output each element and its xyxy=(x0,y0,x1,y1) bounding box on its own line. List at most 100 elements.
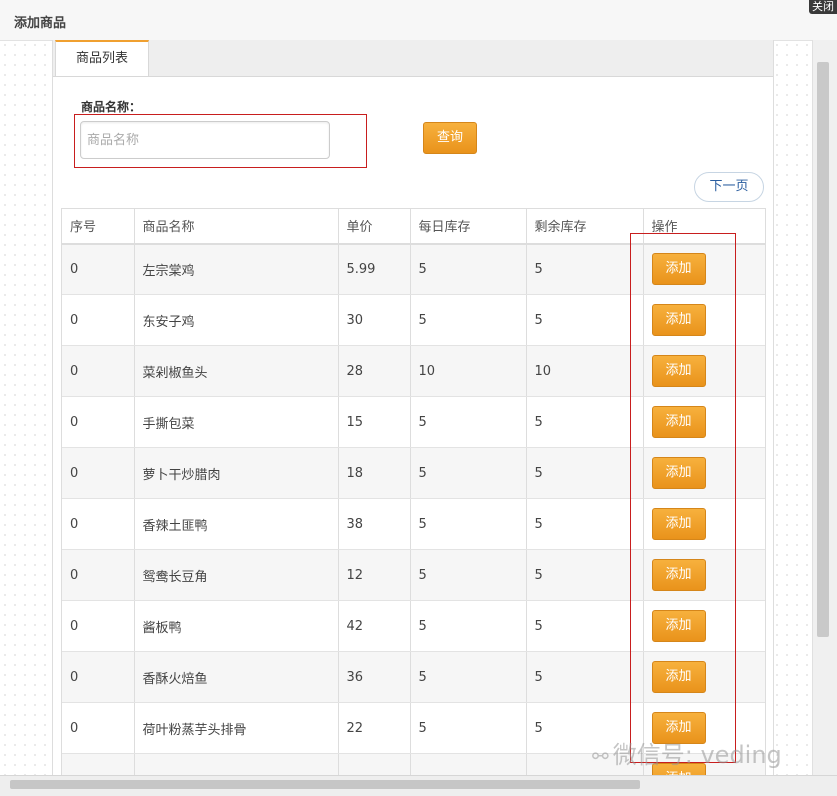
table-row: 0 鸳鸯长豆角 12 5 5 添加 xyxy=(62,549,765,601)
cell-action: 添加 xyxy=(643,651,765,703)
add-button[interactable]: 添加 xyxy=(651,355,706,387)
cell-remaining-stock: 5 xyxy=(526,549,644,601)
cell-remaining-stock: 5 xyxy=(526,447,644,499)
cell-no xyxy=(62,753,135,775)
horizontal-scrollbar-thumb[interactable] xyxy=(10,780,640,789)
cell-action: 添加 xyxy=(643,396,765,448)
add-button[interactable]: 添加 xyxy=(651,610,706,642)
cell-daily-stock: 5 xyxy=(410,294,527,346)
cell-price xyxy=(338,753,411,775)
cell-name: 萝卜干炒腊肉 xyxy=(134,447,339,499)
next-page-button[interactable]: 下一页 xyxy=(694,172,764,202)
add-button[interactable]: 添加 xyxy=(651,559,706,591)
cell-action: 添加 xyxy=(643,600,765,652)
add-button[interactable]: 添加 xyxy=(651,406,706,438)
product-panel: 商品列表 商品名称： 查询 下一页 序号 商品名称 单价 每日库存 剩余库存 操… xyxy=(52,40,774,775)
cell-action: 添加 xyxy=(643,549,765,601)
add-button[interactable]: 添加 xyxy=(651,457,706,489)
cell-remaining-stock: 5 xyxy=(526,294,644,346)
cell-price: 42 xyxy=(338,600,411,652)
cell-no: 0 xyxy=(62,345,135,397)
cell-daily-stock: 5 xyxy=(410,498,527,550)
cell-daily-stock: 10 xyxy=(410,345,527,397)
cell-name xyxy=(134,753,339,775)
cell-price: 5.99 xyxy=(338,243,411,295)
table-row: 0 左宗棠鸡 5.99 5 5 添加 xyxy=(62,243,765,295)
cell-remaining-stock: 10 xyxy=(526,345,644,397)
add-button[interactable]: 添加 xyxy=(651,508,706,540)
cell-action: 添加 xyxy=(643,447,765,499)
cell-name: 手撕包菜 xyxy=(134,396,339,448)
add-button[interactable]: 添加 xyxy=(651,661,706,693)
cell-name: 荷叶粉蒸芋头排骨 xyxy=(134,702,339,754)
table-row: 0 酱板鸭 42 5 5 添加 xyxy=(62,600,765,652)
horizontal-scrollbar[interactable] xyxy=(0,775,837,796)
cell-no: 0 xyxy=(62,243,135,295)
cell-action: 添加 xyxy=(643,243,765,295)
cell-remaining-stock: 5 xyxy=(526,651,644,703)
table-header-row: 序号 商品名称 单价 每日库存 剩余库存 操作 xyxy=(62,208,765,245)
cell-daily-stock: 5 xyxy=(410,243,527,295)
column-header-action: 操作 xyxy=(643,208,765,245)
column-header-name: 商品名称 xyxy=(134,208,339,245)
product-table: 序号 商品名称 单价 每日库存 剩余库存 操作 0 左宗棠鸡 5.99 5 5 … xyxy=(62,208,765,775)
tab-product-list[interactable]: 商品列表 xyxy=(55,40,149,76)
cell-name: 香酥火焙鱼 xyxy=(134,651,339,703)
cell-price: 12 xyxy=(338,549,411,601)
cell-name: 酱板鸭 xyxy=(134,600,339,652)
cell-remaining-stock: 5 xyxy=(526,600,644,652)
cell-daily-stock: 5 xyxy=(410,549,527,601)
cell-remaining-stock: 5 xyxy=(526,498,644,550)
dialog-left-margin xyxy=(0,40,52,775)
cell-daily-stock: 5 xyxy=(410,447,527,499)
dialog-title: 添加商品 xyxy=(14,16,67,31)
product-table-container: 序号 商品名称 单价 每日库存 剩余库存 操作 0 左宗棠鸡 5.99 5 5 … xyxy=(61,208,766,775)
cell-price: 15 xyxy=(338,396,411,448)
cell-remaining-stock: 5 xyxy=(526,243,644,295)
cell-daily-stock: 5 xyxy=(410,702,527,754)
cell-price: 18 xyxy=(338,447,411,499)
table-row: 0 香酥火焙鱼 36 5 5 添加 xyxy=(62,651,765,703)
cell-action: 添加 xyxy=(643,345,765,397)
table-row: 0 手撕包菜 15 5 5 添加 xyxy=(62,396,765,448)
cell-no: 0 xyxy=(62,498,135,550)
cell-price: 28 xyxy=(338,345,411,397)
cell-action: 添加 xyxy=(643,498,765,550)
watermark: ⚯ 微信号: veding xyxy=(592,735,782,770)
cell-no: 0 xyxy=(62,702,135,754)
add-button[interactable]: 添加 xyxy=(651,304,706,336)
wechat-icon: ⚯ xyxy=(592,744,609,768)
cell-price: 36 xyxy=(338,651,411,703)
cell-name: 左宗棠鸡 xyxy=(134,243,339,295)
cell-name: 东安子鸡 xyxy=(134,294,339,346)
cell-no: 0 xyxy=(62,549,135,601)
add-button[interactable]: 添加 xyxy=(651,253,706,286)
query-button[interactable]: 查询 xyxy=(423,122,477,154)
cell-price: 22 xyxy=(338,702,411,754)
dialog-right-margin xyxy=(772,40,812,775)
cell-no: 0 xyxy=(62,447,135,499)
table-row: 0 东安子鸡 30 5 5 添加 xyxy=(62,294,765,346)
close-button[interactable]: 关闭 xyxy=(809,0,837,14)
vertical-scrollbar[interactable] xyxy=(812,40,837,775)
cell-price: 30 xyxy=(338,294,411,346)
cell-no: 0 xyxy=(62,396,135,448)
cell-no: 0 xyxy=(62,294,135,346)
vertical-scrollbar-thumb[interactable] xyxy=(817,62,829,637)
cell-no: 0 xyxy=(62,600,135,652)
cell-remaining-stock: 5 xyxy=(526,396,644,448)
cell-daily-stock: 5 xyxy=(410,396,527,448)
cell-daily-stock xyxy=(410,753,527,775)
table-row: 0 香辣土匪鸭 38 5 5 添加 xyxy=(62,498,765,550)
column-header-daily-stock: 每日库存 xyxy=(410,208,527,245)
product-name-label: 商品名称： xyxy=(81,100,142,114)
column-header-price: 单价 xyxy=(338,208,411,245)
dialog-titlebar: 添加商品 关闭 xyxy=(0,0,837,41)
cell-name: 香辣土匪鸭 xyxy=(134,498,339,550)
watermark-text: 微信号: veding xyxy=(612,741,782,769)
column-header-remaining-stock: 剩余库存 xyxy=(526,208,644,245)
column-header-no: 序号 xyxy=(62,208,135,245)
cell-daily-stock: 5 xyxy=(410,651,527,703)
product-name-input[interactable] xyxy=(80,121,330,159)
cell-action: 添加 xyxy=(643,294,765,346)
